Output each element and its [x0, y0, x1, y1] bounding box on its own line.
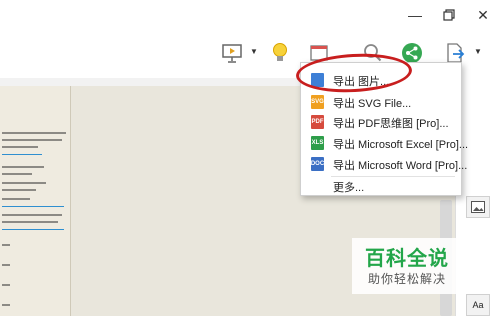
- presentation-icon: [222, 44, 242, 63]
- restore-button[interactable]: [432, 0, 466, 30]
- minimize-icon: —: [408, 7, 422, 23]
- idea-button[interactable]: [265, 38, 295, 68]
- export-svg-item[interactable]: SVG 导出 SVG File...: [301, 91, 461, 113]
- svg-file-icon: SVG: [311, 95, 324, 109]
- export-pdf-item[interactable]: PDF 导出 PDF思维图 [Pro]...: [301, 111, 461, 133]
- export-word-label: 导出 Microsoft Word [Pro]...: [333, 160, 468, 172]
- excel-file-icon: XLS: [311, 136, 324, 150]
- lightbulb-icon: [273, 43, 287, 61]
- export-more-item[interactable]: 更多...: [301, 175, 461, 197]
- image-icon: [471, 201, 485, 213]
- export-word-item[interactable]: DOC 导出 Microsoft Word [Pro]...: [301, 153, 467, 175]
- presentation-button[interactable]: [217, 38, 247, 68]
- close-icon: ✕: [477, 6, 489, 23]
- restore-icon: [443, 9, 455, 21]
- pdf-file-icon: PDF: [311, 115, 324, 129]
- export-icon: [447, 43, 465, 63]
- export-pdf-label: 导出 PDF思维图 [Pro]...: [333, 118, 449, 130]
- image-panel-button[interactable]: [466, 196, 490, 218]
- watermark-subtitle: 助你轻松解决: [367, 272, 446, 286]
- presentation-dropdown[interactable]: ▼: [249, 46, 259, 56]
- minimize-button[interactable]: —: [398, 0, 432, 30]
- export-excel-label: 导出 Microsoft Excel [Pro]...: [333, 139, 469, 151]
- word-file-icon: DOC: [311, 157, 324, 171]
- text-style-label: Aa: [472, 300, 484, 310]
- export-dropdown[interactable]: ▼: [473, 46, 483, 56]
- document-page: [0, 86, 71, 316]
- export-svg-label: 导出 SVG File...: [333, 98, 412, 110]
- window-titlebar: — ✕: [0, 0, 500, 30]
- close-window-button[interactable]: ✕: [466, 0, 500, 30]
- export-excel-item[interactable]: XLS 导出 Microsoft Excel [Pro]...: [301, 132, 468, 154]
- watermark: 百科全说 助你轻松解决: [352, 238, 462, 294]
- text-style-button[interactable]: Aa: [466, 294, 490, 316]
- watermark-title: 百科全说: [365, 248, 449, 270]
- export-more-label: 更多...: [333, 182, 365, 194]
